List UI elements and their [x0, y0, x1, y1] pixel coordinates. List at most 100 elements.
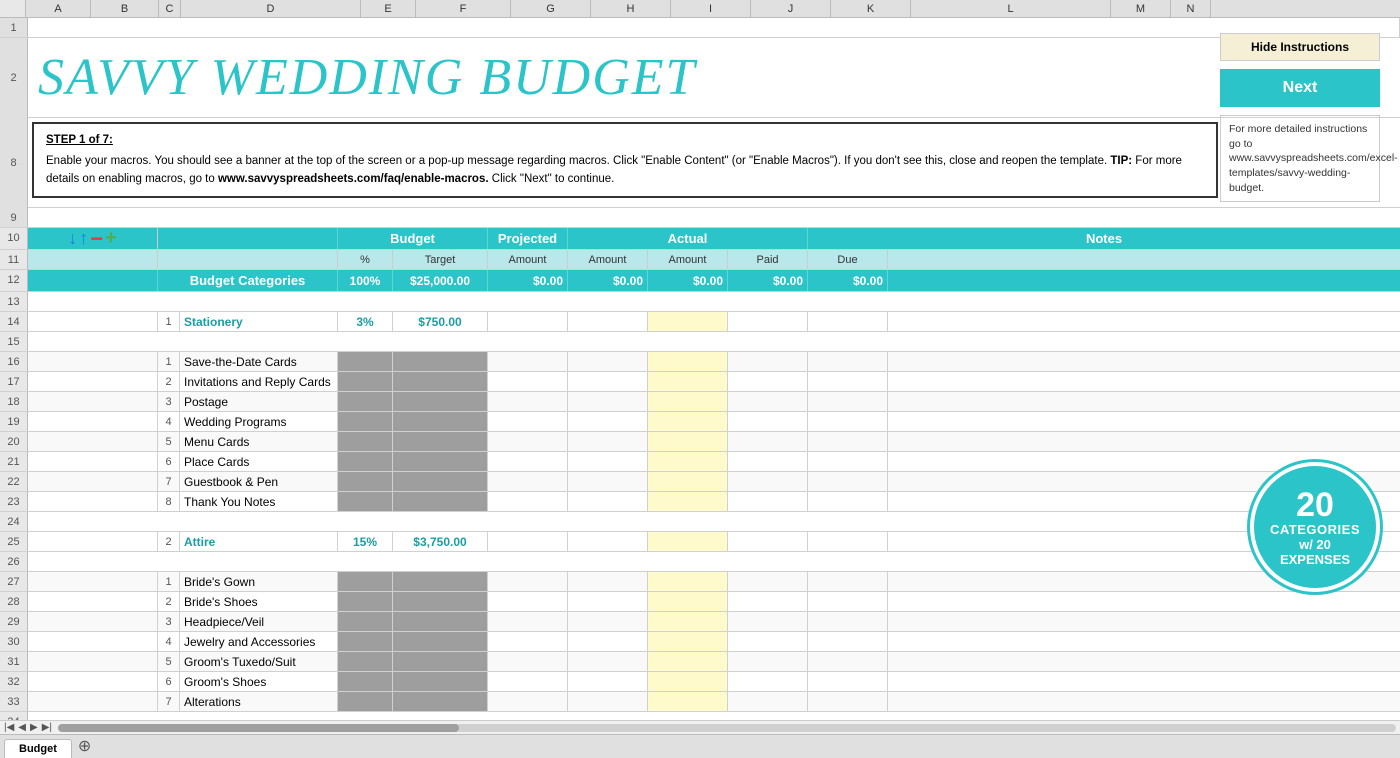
- step-label: STEP 1 of 7:: [46, 132, 1204, 149]
- budget-header: Budget: [338, 228, 488, 249]
- total-target: $25,000.00: [393, 270, 488, 291]
- projected-total: $0.00: [568, 270, 648, 291]
- col-header-g: G: [511, 0, 591, 17]
- list-item: 32 6 Groom's Shoes: [0, 672, 1400, 692]
- groom-tux-label: Groom's Tuxedo/Suit: [180, 652, 338, 671]
- row-num-14: 14: [0, 312, 28, 331]
- list-item: 27 1 Bride's Gown: [0, 572, 1400, 592]
- column-headers: A B C D E F G H I J K L M N: [0, 0, 1400, 18]
- col-header-d: D: [181, 0, 361, 17]
- hide-instructions-button[interactable]: Hide Instructions: [1220, 33, 1380, 61]
- budget-amount-subheader: Amount: [488, 250, 568, 269]
- badge-with: w/ 20: [1299, 537, 1331, 552]
- col-header-e: E: [361, 0, 416, 17]
- list-item: 28 2 Bride's Shoes: [0, 592, 1400, 612]
- headpiece-label: Headpiece/Veil: [180, 612, 338, 631]
- pct-subheader: %: [338, 250, 393, 269]
- paid-subheader: Paid: [728, 250, 808, 269]
- programs-label: Wedding Programs: [180, 412, 338, 431]
- list-item: 23 8 Thank You Notes: [0, 492, 1400, 512]
- row-num-1: 1: [0, 18, 28, 37]
- stationery-category-row: 14 1 Stationery 3% $750.00: [0, 312, 1400, 332]
- thank-you-label: Thank You Notes: [180, 492, 338, 511]
- actual-header: Actual: [568, 228, 808, 249]
- list-item: 20 5 Menu Cards: [0, 432, 1400, 452]
- paid-total: $0.00: [728, 270, 808, 291]
- brides-shoes-label: Bride's Shoes: [180, 592, 338, 611]
- arrow-up-icon[interactable]: ↑: [79, 228, 88, 249]
- col-header-a: A: [26, 0, 91, 17]
- next-button[interactable]: Next: [1220, 69, 1380, 107]
- app-title: SAVVY WEDDING BUDGET: [38, 49, 696, 106]
- row-num-15: 15: [0, 332, 28, 351]
- arrow-down-icon[interactable]: ↓: [68, 228, 77, 249]
- instructions-body: Enable your macros. You should see a ban…: [46, 155, 1182, 184]
- row-num-11: 11: [0, 250, 28, 269]
- guestbook-label: Guestbook & Pen: [180, 472, 338, 491]
- invitations-label: Invitations and Reply Cards: [180, 372, 338, 391]
- list-item: 33 7 Alterations: [0, 692, 1400, 712]
- projected-header: Projected: [488, 228, 568, 249]
- main-content: 1 2 SAVVY WEDDING BUDGET Hide Instructio…: [0, 18, 1400, 720]
- plus-icon[interactable]: +: [105, 227, 117, 250]
- scrollbar-thumb[interactable]: [58, 724, 459, 732]
- notes-header: Notes: [808, 228, 1400, 249]
- actual-amount-subheader: Amount: [648, 250, 728, 269]
- col-header-f: F: [416, 0, 511, 17]
- jewelry-label: Jewelry and Accessories: [180, 632, 338, 651]
- total-amount: $0.00: [488, 270, 568, 291]
- instructions-box: STEP 1 of 7: Enable your macros. You sho…: [32, 122, 1218, 198]
- horizontal-scrollbar[interactable]: |◀ ◀ ▶ ▶|: [0, 720, 1400, 734]
- scroll-right-end-icon[interactable]: ▶|: [40, 722, 54, 733]
- nav-arrows-area: ↓ ↑ − +: [68, 227, 117, 250]
- spreadsheet-container: A B C D E F G H I J K L M N 1 2 SAVVY WE…: [0, 0, 1400, 758]
- attire-category-row: 25 2 Attire 15% $3,750.00 20 CATEGORIES …: [0, 532, 1400, 552]
- minus-icon[interactable]: −: [90, 230, 103, 248]
- due-total: $0.00: [808, 270, 888, 291]
- row-num-10: 10: [0, 228, 28, 249]
- col-header-b: B: [91, 0, 159, 17]
- budget-tab[interactable]: Budget: [4, 739, 72, 758]
- scroll-left-icon[interactable]: ◀: [16, 722, 28, 733]
- due-subheader: Due: [808, 250, 888, 269]
- col-header-i: I: [671, 0, 751, 17]
- row-num-13: 13: [0, 292, 28, 311]
- total-pct: 100%: [338, 270, 393, 291]
- list-item: 18 3 Postage: [0, 392, 1400, 412]
- col-header-m: M: [1111, 0, 1171, 17]
- sheet-tabs: Budget ⊕: [0, 734, 1400, 758]
- col-header-c: C: [159, 0, 181, 17]
- brides-gown-label: Bride's Gown: [180, 572, 338, 591]
- col-header-n: N: [1171, 0, 1211, 17]
- col-header-k: K: [831, 0, 911, 17]
- place-cards-label: Place Cards: [180, 452, 338, 471]
- budget-categories-label: Budget Categories: [158, 270, 338, 291]
- row-num-9: 9: [0, 208, 28, 227]
- groom-shoes-label: Groom's Shoes: [180, 672, 338, 691]
- list-item: 29 3 Headpiece/Veil: [0, 612, 1400, 632]
- target-subheader: Target: [393, 250, 488, 269]
- list-item: 30 4 Jewelry and Accessories: [0, 632, 1400, 652]
- alterations-label: Alterations: [180, 692, 338, 711]
- row-num-8: 8: [0, 118, 28, 208]
- attire-label: Attire: [180, 535, 215, 549]
- list-item: 31 5 Groom's Tuxedo/Suit: [0, 652, 1400, 672]
- col-header-l: L: [911, 0, 1111, 17]
- list-item: 19 4 Wedding Programs: [0, 412, 1400, 432]
- attire-pct: 15%: [338, 532, 393, 551]
- stationery-target: $750.00: [393, 312, 488, 331]
- projected-amount-subheader: Amount: [568, 250, 648, 269]
- badge-expenses: EXPENSES: [1280, 552, 1350, 567]
- badge-circle: 20 CATEGORIES w/ 20 EXPENSES: [1250, 462, 1380, 592]
- list-item: 16 1 Save-the-Date Cards: [0, 352, 1400, 372]
- actual-total: $0.00: [648, 270, 728, 291]
- col-header-h: H: [591, 0, 671, 17]
- scroll-right-icon[interactable]: ▶: [28, 722, 40, 733]
- row-num-2: 2: [0, 38, 28, 118]
- badge-number: 20: [1296, 488, 1334, 522]
- badge-categories: CATEGORIES: [1270, 522, 1360, 537]
- add-sheet-button[interactable]: ⊕: [72, 736, 97, 758]
- scroll-left-start-icon[interactable]: |◀: [2, 722, 16, 733]
- title-area: SAVVY WEDDING BUDGET: [28, 38, 1400, 107]
- col-header-j: J: [751, 0, 831, 17]
